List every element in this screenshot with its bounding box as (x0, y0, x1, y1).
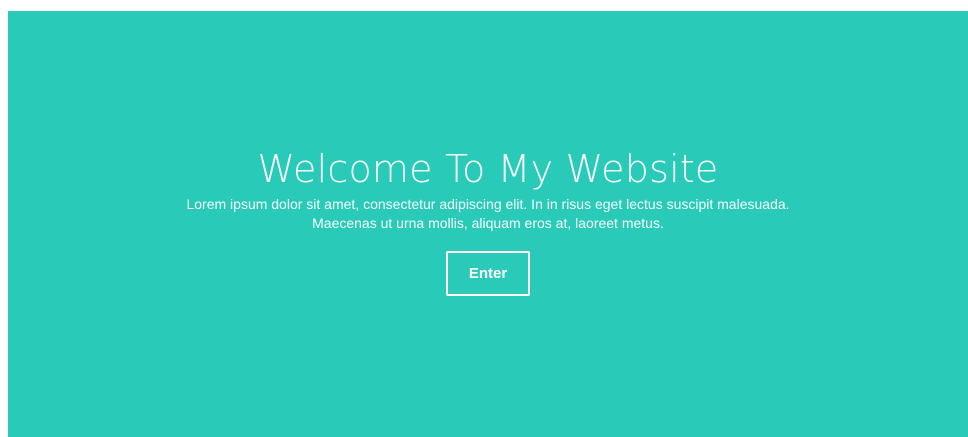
hero-title: Welcome To My Website (257, 147, 719, 191)
hero-description: Lorem ipsum dolor sit amet, consectetur … (186, 196, 790, 231)
enter-button[interactable]: Enter (446, 251, 530, 296)
hero-section: Welcome To My Website Lorem ipsum dolor … (8, 11, 968, 437)
page-frame: Welcome To My Website Lorem ipsum dolor … (0, 0, 968, 437)
